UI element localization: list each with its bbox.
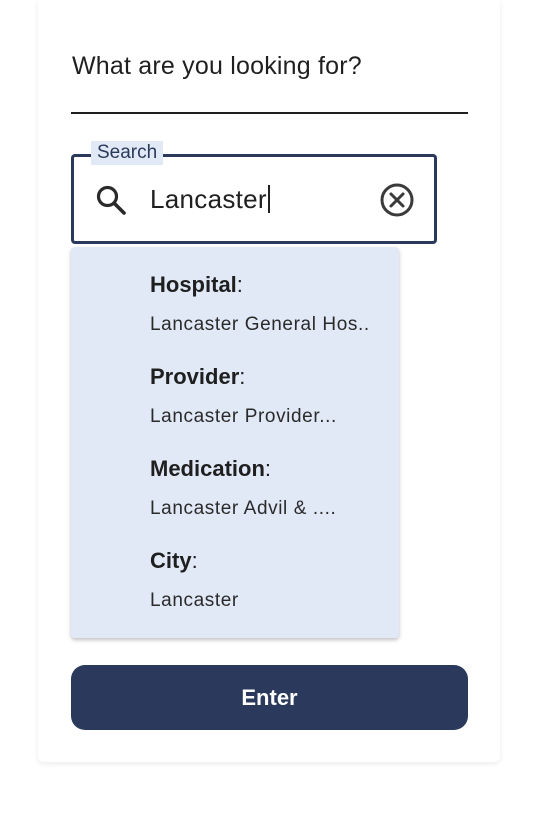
title-divider [71, 112, 468, 114]
page-title: What are you looking for? [72, 52, 362, 80]
suggestion-hospital[interactable]: Hospital: Lancaster General Hos.. [150, 271, 390, 337]
enter-button[interactable]: Enter [71, 665, 468, 730]
suggestion-value: Lancaster Advil & .... [150, 498, 337, 519]
suggestion-type: Provider: [150, 364, 246, 389]
text-caret [267, 185, 270, 214]
search-query-text: Lancaster [150, 184, 267, 214]
suggestion-type: Hospital: [150, 272, 243, 297]
search-input-value[interactable]: Lancaster [150, 182, 270, 216]
suggestion-type: Medication: [150, 456, 272, 481]
clear-icon[interactable] [378, 181, 416, 219]
suggestion-value: Lancaster [150, 590, 239, 611]
suggestion-provider[interactable]: Provider: Lancaster Provider... [150, 363, 390, 429]
suggestion-medication[interactable]: Medication: Lancaster Advil & .... [150, 455, 390, 521]
suggestion-value: Lancaster General Hos.. [150, 314, 370, 335]
search-field-label: Search [91, 141, 164, 165]
suggestion-type: City: [150, 548, 198, 573]
suggestion-value: Lancaster Provider... [150, 406, 337, 427]
search-icon [96, 185, 126, 215]
suggestion-city[interactable]: City: Lancaster [150, 547, 390, 613]
